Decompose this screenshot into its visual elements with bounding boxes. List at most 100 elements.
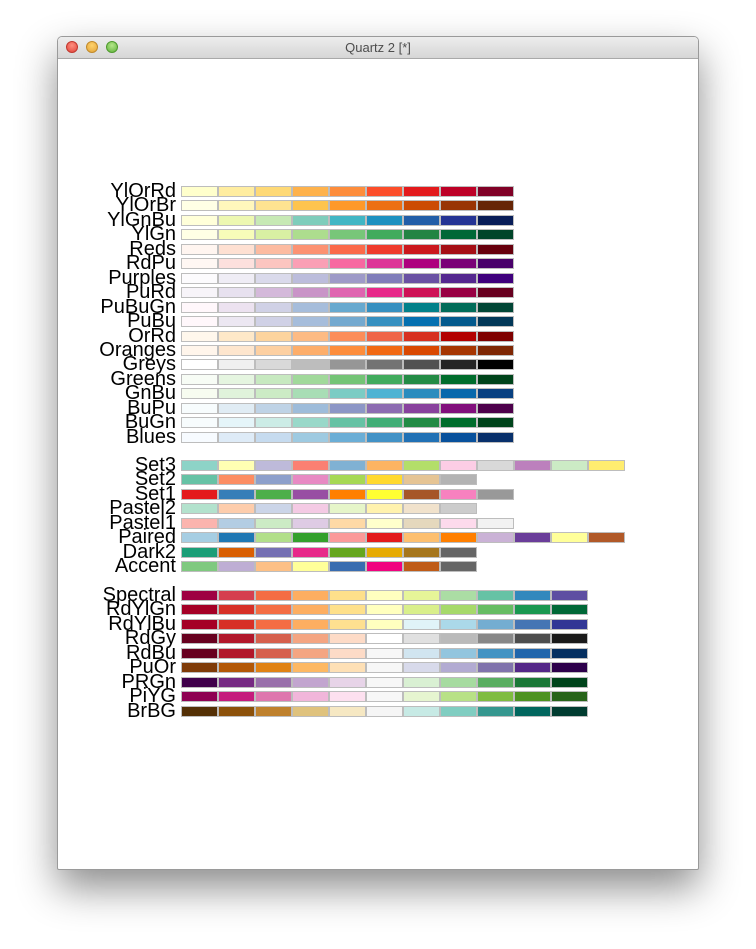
color-swatch [514, 604, 551, 616]
color-swatch [292, 200, 329, 212]
color-swatch [477, 243, 514, 255]
color-swatch [218, 243, 255, 255]
color-swatch [366, 200, 403, 212]
color-swatch [218, 258, 255, 270]
color-swatch [329, 647, 366, 659]
color-swatch [218, 503, 255, 515]
color-swatch [218, 373, 255, 385]
color-swatch [440, 590, 477, 601]
color-swatch [403, 214, 440, 226]
color-swatch [440, 243, 477, 255]
color-swatch [440, 316, 477, 328]
color-swatch [255, 402, 292, 414]
color-swatch [329, 301, 366, 313]
color-swatch [366, 229, 403, 241]
color-swatch [181, 517, 218, 529]
color-swatch [477, 301, 514, 313]
color-swatch [255, 676, 292, 688]
color-swatch [366, 561, 403, 573]
color-swatch [551, 460, 588, 471]
color-swatch [329, 258, 366, 270]
color-swatch [292, 460, 329, 471]
color-swatch [255, 532, 292, 544]
color-swatch [218, 359, 255, 371]
color-swatch [181, 287, 218, 299]
color-swatch [181, 214, 218, 226]
color-swatch [477, 517, 514, 529]
color-swatch [181, 503, 218, 515]
color-swatch [366, 214, 403, 226]
color-swatch [403, 590, 440, 601]
color-swatch [514, 460, 551, 471]
color-swatch [588, 532, 625, 544]
color-swatch [181, 618, 218, 630]
color-swatch [477, 186, 514, 197]
color-swatch [477, 417, 514, 429]
color-swatch [218, 662, 255, 674]
color-swatch [403, 633, 440, 645]
color-swatch [255, 316, 292, 328]
color-swatch [366, 388, 403, 400]
palette-label: Accent [114, 555, 176, 578]
color-swatch [292, 186, 329, 197]
color-swatch [292, 373, 329, 385]
color-swatch [551, 590, 588, 601]
color-swatch [329, 186, 366, 197]
color-swatch [292, 301, 329, 313]
color-swatch [514, 647, 551, 659]
color-swatch [440, 301, 477, 313]
color-swatch [366, 344, 403, 356]
color-swatch [403, 561, 440, 573]
color-swatch [292, 590, 329, 601]
color-swatch [366, 301, 403, 313]
color-swatch [255, 359, 292, 371]
color-swatch [255, 344, 292, 356]
color-swatch [181, 604, 218, 616]
color-swatch [403, 344, 440, 356]
color-swatch [551, 705, 588, 717]
color-swatch [292, 431, 329, 443]
color-swatch [181, 647, 218, 659]
color-swatch [181, 200, 218, 212]
color-swatch [477, 287, 514, 299]
color-swatch [440, 604, 477, 616]
color-swatch [255, 691, 292, 703]
color-swatch [403, 272, 440, 284]
color-swatch [403, 316, 440, 328]
color-swatch [181, 301, 218, 313]
color-swatch [181, 330, 218, 342]
color-swatch [477, 373, 514, 385]
color-swatch [292, 488, 329, 500]
color-swatch [440, 705, 477, 717]
color-swatch [218, 214, 255, 226]
color-swatch [366, 618, 403, 630]
color-swatch [218, 488, 255, 500]
color-swatch [551, 676, 588, 688]
color-swatch [181, 633, 218, 645]
color-swatch [403, 488, 440, 500]
color-swatch [366, 590, 403, 601]
color-swatch [477, 662, 514, 674]
color-swatch [329, 474, 366, 486]
color-swatch [292, 633, 329, 645]
color-swatch [292, 561, 329, 573]
color-swatch [477, 214, 514, 226]
color-swatch [329, 546, 366, 558]
color-swatch [218, 460, 255, 471]
color-swatch [477, 618, 514, 630]
color-swatch [181, 691, 218, 703]
color-swatch [218, 344, 255, 356]
color-swatch [181, 590, 218, 601]
color-swatch [403, 503, 440, 515]
color-swatch [329, 488, 366, 500]
color-swatch [440, 402, 477, 414]
color-swatch [403, 186, 440, 197]
color-swatch [403, 388, 440, 400]
color-swatch [181, 676, 218, 688]
color-swatch [366, 417, 403, 429]
color-swatch [366, 532, 403, 544]
color-swatch [329, 705, 366, 717]
color-swatch [218, 229, 255, 241]
color-swatch [292, 662, 329, 674]
color-swatch [440, 214, 477, 226]
